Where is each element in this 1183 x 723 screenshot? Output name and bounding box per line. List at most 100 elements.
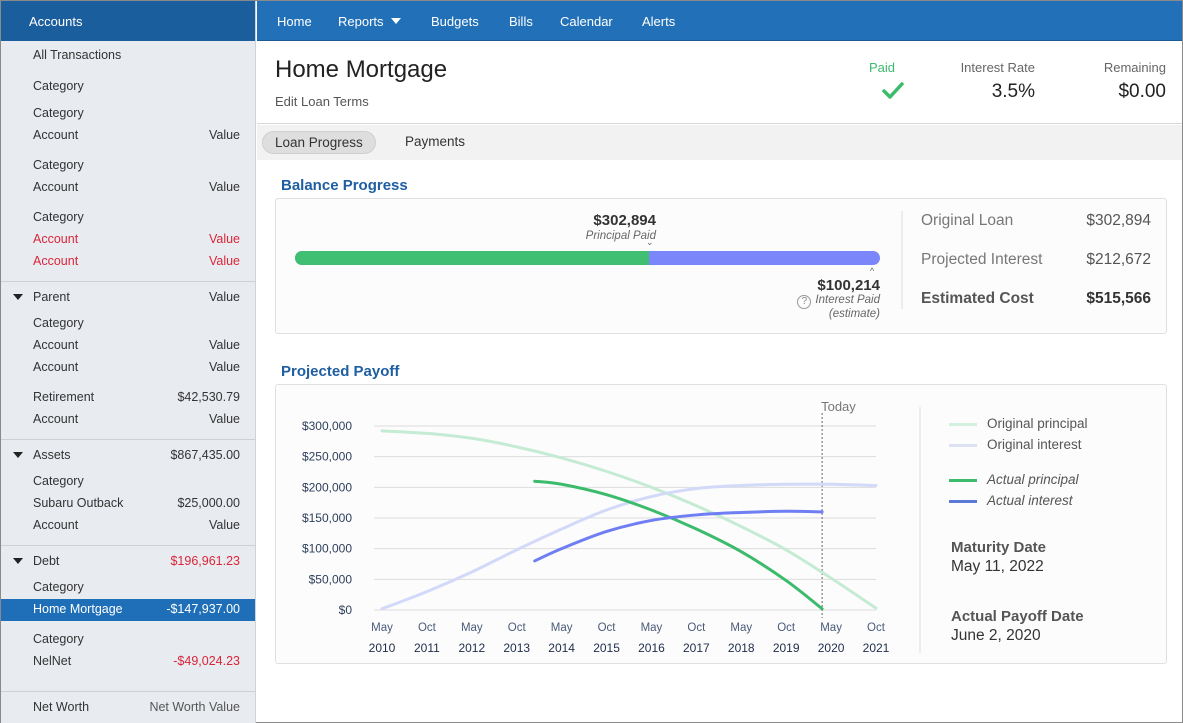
- account-label: Account: [33, 180, 79, 194]
- projected-payoff-title: Projected Payoff: [281, 363, 400, 380]
- category-label: Category: [33, 580, 84, 594]
- estimated-cost-value: $515,566: [1086, 290, 1151, 307]
- account-value: Value: [208, 254, 240, 268]
- x-tick-month: Oct: [867, 622, 886, 634]
- nav-bills[interactable]: Bills: [509, 14, 533, 29]
- sidebar-account-retirement[interactable]: Retirement $42,530.79: [33, 390, 240, 408]
- category-label: Category: [33, 474, 84, 488]
- paid-label: Paid: [869, 60, 896, 75]
- x-tick-month: Oct: [508, 622, 527, 634]
- sidebar-group-assets[interactable]: Assets $867,435.00: [13, 448, 240, 466]
- sidebar: Accounts All Transactions Category Categ…: [1, 1, 256, 723]
- sidebar-account-subaru[interactable]: Subaru Outback $25,000.00: [33, 496, 240, 514]
- divider: [1, 545, 255, 546]
- x-tick-year: 2011: [414, 641, 440, 655]
- remaining-value: $0.00: [1118, 81, 1166, 102]
- today-label: Today: [821, 399, 856, 414]
- sidebar-account-nelnet[interactable]: NelNet -$49,024.23: [33, 654, 240, 672]
- sidebar-account[interactable]: Account Value: [33, 232, 240, 250]
- account-value: -$147,937.00: [166, 602, 240, 616]
- category-label: Category: [33, 106, 84, 120]
- disclosure-triangle-icon[interactable]: [13, 558, 23, 564]
- sidebar-item-label: All Transactions: [33, 48, 122, 62]
- y-tick-label: $150,000: [302, 511, 352, 525]
- x-tick-month: Oct: [687, 622, 706, 634]
- legend-swatch-actual-principal: [949, 479, 977, 482]
- nav-reports[interactable]: Reports: [338, 14, 401, 29]
- principal-paid-amount: $302,894: [593, 212, 656, 229]
- account-label: Retirement: [33, 390, 95, 404]
- sidebar-account[interactable]: Account Value: [33, 412, 240, 430]
- account-label: Home Mortgage: [33, 602, 123, 616]
- sidebar-category: Category: [33, 79, 240, 97]
- nav-home[interactable]: Home: [277, 14, 312, 29]
- x-tick-month: May: [820, 622, 842, 634]
- group-label: Assets: [33, 448, 71, 462]
- y-tick-label: $0: [339, 603, 353, 617]
- help-icon[interactable]: ?: [797, 295, 812, 309]
- edit-loan-terms-link[interactable]: Edit Loan Terms: [275, 94, 369, 109]
- checkmark-icon: [882, 82, 904, 99]
- legend-original-interest: Original interest: [987, 437, 1082, 452]
- x-tick-year: 2014: [548, 641, 575, 655]
- interest-paid-note: (estimate): [828, 308, 880, 320]
- category-label: Category: [33, 316, 84, 330]
- account-value: -$49,024.23: [173, 654, 240, 668]
- divider: [1, 691, 255, 692]
- sidebar-category: Category: [33, 316, 240, 334]
- sidebar-category: Category: [33, 158, 240, 176]
- y-tick-label: $50,000: [309, 572, 353, 586]
- nav-alerts[interactable]: Alerts: [642, 14, 675, 29]
- interest-rate-value: 3.5%: [991, 81, 1035, 102]
- remaining-label: Remaining: [1103, 60, 1166, 75]
- category-label: Category: [33, 158, 84, 172]
- group-label: Parent: [33, 290, 70, 304]
- x-tick-month: Oct: [598, 622, 617, 634]
- account-value: $25,000.00: [177, 496, 240, 510]
- legend-original-principal: Original principal: [987, 416, 1088, 431]
- sidebar-group-parent[interactable]: Parent Value: [13, 290, 240, 308]
- legend-actual-principal: Actual principal: [987, 472, 1079, 487]
- sidebar-account[interactable]: Account Value: [33, 128, 240, 146]
- x-tick-year: 2018: [728, 641, 755, 655]
- account-label: Account: [33, 254, 79, 268]
- x-tick-year: 2012: [458, 641, 485, 655]
- account-label: Account: [33, 338, 79, 352]
- y-tick-label: $300,000: [302, 419, 352, 433]
- sidebar-account[interactable]: Account Value: [33, 254, 240, 272]
- sidebar-item-all-transactions[interactable]: All Transactions: [33, 48, 240, 66]
- group-label: Debt: [33, 554, 60, 568]
- payoff-chart: $0 $50,000 $100,000 $150,000 $200,000 $250,00…: [302, 399, 890, 655]
- x-tick-year: 2019: [773, 641, 800, 655]
- sidebar-account-home-mortgage[interactable]: Home Mortgage -$147,937.00: [33, 602, 240, 620]
- interest-marker-icon: ^: [870, 266, 875, 276]
- net-worth-value: Net Worth Value: [149, 700, 240, 714]
- tab-payments[interactable]: Payments: [393, 131, 477, 154]
- account-label: Subaru Outback: [33, 496, 124, 510]
- x-tick-month: Oct: [777, 622, 796, 634]
- sidebar-net-worth[interactable]: Net Worth Net Worth Value: [33, 700, 240, 718]
- nav-budgets[interactable]: Budgets: [431, 14, 479, 29]
- account-value: Value: [208, 128, 240, 142]
- top-nav: Home Reports Budgets Bills Calendar Aler…: [257, 1, 1182, 41]
- x-tick-month: May: [371, 622, 393, 634]
- sidebar-account[interactable]: Account Value: [33, 518, 240, 536]
- sidebar-account[interactable]: Account Value: [33, 180, 240, 198]
- nav-calendar[interactable]: Calendar: [560, 14, 613, 29]
- tab-loan-progress[interactable]: Loan Progress: [262, 131, 376, 154]
- disclosure-triangle-icon[interactable]: [13, 452, 23, 458]
- payoff-date-value: June 2, 2020: [951, 627, 1041, 644]
- sidebar-account[interactable]: Account Value: [33, 360, 240, 378]
- x-tick-year: 2020: [818, 641, 845, 655]
- sidebar-group-debt[interactable]: Debt $196,961.23: [13, 554, 240, 572]
- sidebar-account[interactable]: Account Value: [33, 338, 240, 356]
- original-loan-value: $302,894: [1086, 212, 1151, 229]
- group-value: Value: [208, 290, 240, 304]
- account-value: Value: [208, 232, 240, 246]
- projected-payoff-card: $0 $50,000 $100,000 $150,000 $200,000 $250,00…: [275, 384, 1167, 664]
- disclosure-triangle-icon[interactable]: [13, 294, 23, 300]
- x-tick-month: May: [730, 622, 752, 634]
- y-tick-label: $250,000: [302, 450, 352, 464]
- divider: [901, 211, 903, 309]
- x-tick-month: May: [551, 622, 573, 634]
